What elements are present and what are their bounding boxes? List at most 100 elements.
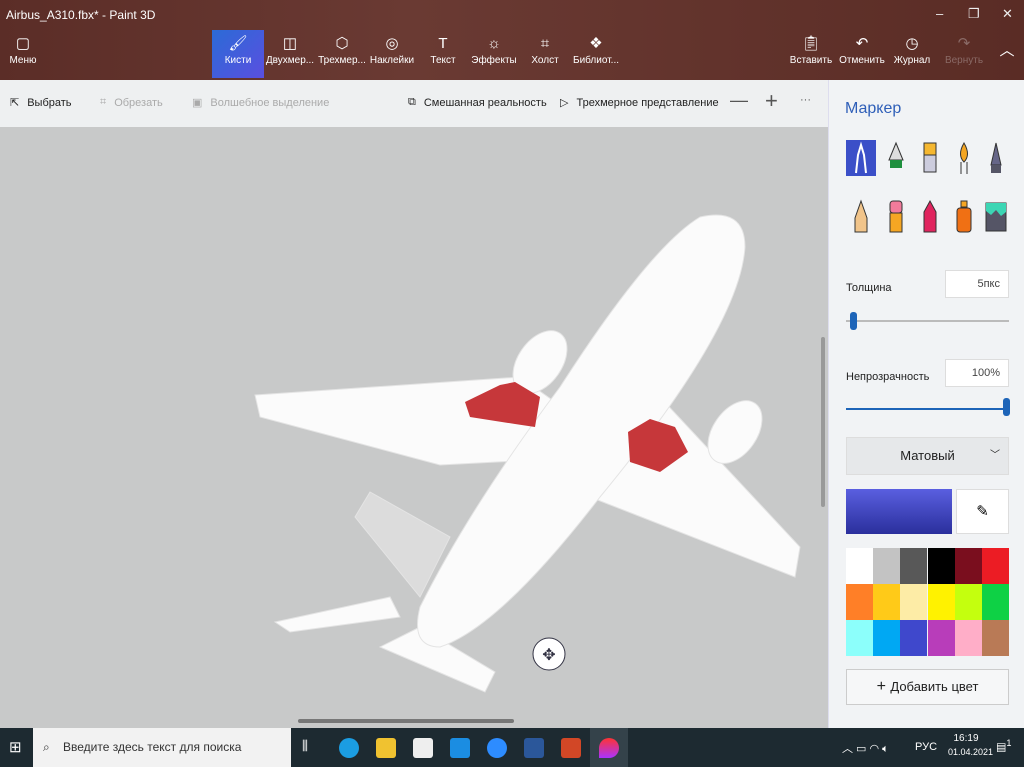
windows-start-icon[interactable]: ⊞: [9, 738, 22, 756]
palette-color-swatch[interactable]: [873, 620, 901, 656]
thickness-slider[interactable]: [846, 320, 1009, 322]
opacity-slider[interactable]: [846, 408, 1009, 410]
time: 16:19: [953, 733, 979, 744]
tab-canvas[interactable]: ⌗ Холст: [519, 30, 571, 78]
palette-color-swatch[interactable]: [873, 548, 901, 584]
2d-shapes-icon: ◫: [282, 35, 298, 52]
collapse-ribbon-button[interactable]: ︿: [990, 30, 1024, 78]
opacity-input[interactable]: 100%: [945, 359, 1009, 387]
tab-effects[interactable]: ☼ Эффекты: [468, 30, 520, 78]
tab-stickers[interactable]: ◎ Наклейки: [366, 30, 418, 78]
thickness-input[interactable]: 5пкс: [945, 270, 1009, 298]
minimize-button[interactable]: –: [936, 6, 943, 21]
palette-color-swatch[interactable]: [954, 620, 982, 656]
crop-label: Обрезать: [114, 96, 163, 109]
stickers-icon: ◎: [385, 35, 399, 52]
watercolor-brush[interactable]: [949, 140, 979, 176]
taskbar-search[interactable]: ⌕ Введите здесь текст для поиска: [33, 728, 291, 767]
tab-label: Эффекты: [471, 55, 517, 66]
mail-icon[interactable]: [450, 738, 470, 758]
palette-color-swatch[interactable]: [954, 584, 982, 620]
library-icon: ❖: [589, 35, 603, 52]
crop-button[interactable]: ⌗ Обрезать: [100, 96, 163, 109]
vertical-scrollbar[interactable]: [821, 337, 825, 507]
word-icon[interactable]: [524, 738, 544, 758]
menu-button[interactable]: ▢ Меню: [0, 30, 46, 78]
file-explorer-icon[interactable]: [376, 738, 396, 758]
palette-color-swatch[interactable]: [982, 584, 1009, 620]
spray-can-brush[interactable]: [949, 198, 979, 234]
palette-color-swatch[interactable]: [982, 548, 1009, 584]
paint3d-taskbar-button[interactable]: [590, 728, 628, 767]
tab-brushes[interactable]: 🖌︎ Кисти: [212, 30, 264, 78]
oil-brush[interactable]: [915, 140, 945, 176]
3d-view-button[interactable]: ▷ Трехмерное представление: [560, 96, 719, 110]
calligraphy-pen-brush[interactable]: [881, 140, 911, 176]
palette-color-swatch[interactable]: [873, 584, 901, 620]
palette-color-swatch[interactable]: [982, 620, 1009, 656]
redo-button[interactable]: ↷ Вернуть: [938, 30, 990, 78]
powerpoint-icon[interactable]: [561, 738, 581, 758]
fill-bucket-brush[interactable]: [981, 198, 1011, 234]
palette-color-swatch[interactable]: [927, 584, 955, 620]
chevron-up-icon: ︿: [999, 42, 1015, 59]
palette-color-swatch[interactable]: [900, 548, 928, 584]
restore-button[interactable]: ❐: [968, 6, 980, 22]
palette-color-swatch[interactable]: [846, 584, 873, 620]
language-indicator[interactable]: РУС: [915, 741, 937, 753]
eraser-brush[interactable]: [881, 198, 911, 234]
brush-panel: Маркер Толщина 5пкс Непрозрачность 100% …: [828, 80, 1024, 728]
current-color-swatch[interactable]: [846, 489, 952, 534]
more-button[interactable]: ···: [800, 94, 811, 106]
palette-color-swatch[interactable]: [900, 584, 928, 620]
finish-value: Матовый: [900, 448, 955, 463]
tab-label: Двухмер...: [265, 55, 315, 66]
eyedropper-button[interactable]: ✎: [956, 489, 1009, 534]
palette-color-swatch[interactable]: [846, 548, 873, 584]
edge-icon[interactable]: [339, 738, 359, 758]
zoom-app-icon[interactable]: [487, 738, 507, 758]
palette-color-swatch[interactable]: [954, 548, 982, 584]
undo-icon: ↶: [855, 35, 869, 52]
paste-button[interactable]: 📋︎ Вставить: [785, 30, 837, 78]
palette-color-swatch[interactable]: [927, 548, 955, 584]
pixel-pen-brush[interactable]: [981, 140, 1011, 176]
finish-dropdown[interactable]: Матовый ﹀: [846, 437, 1009, 475]
zoom-out-button[interactable]: —: [730, 90, 748, 111]
undo-button[interactable]: ↶ Отменить: [836, 30, 888, 78]
tab-3d-shapes[interactable]: ⬡ Трехмер...: [316, 30, 368, 78]
notifications-button[interactable]: ▤1: [996, 738, 1012, 754]
paste-label: Вставить: [789, 55, 833, 66]
horizontal-scrollbar[interactable]: [298, 719, 514, 723]
canvas[interactable]: ✥: [0, 127, 828, 728]
title-ribbon: Airbus_A310.fbx* - Paint 3D – ❐ ✕ ▢ Меню …: [0, 0, 1024, 80]
mixed-reality-button[interactable]: ⧉ Смешанная реальность: [408, 96, 547, 109]
tray-icons[interactable]: ︿ ▭ ◠ 🔈︎: [842, 740, 889, 756]
brush-icon: 🖌︎: [228, 35, 248, 52]
add-color-button[interactable]: + Добавить цвет: [846, 669, 1009, 705]
palette-color-swatch[interactable]: [900, 620, 928, 656]
zoom-in-button[interactable]: +: [765, 88, 778, 114]
history-button[interactable]: ◷ Журнал: [886, 30, 938, 78]
thickness-slider-thumb[interactable]: [850, 312, 857, 330]
marker-brush[interactable]: [846, 140, 876, 176]
tab-library[interactable]: ❖ Библиот...: [570, 30, 622, 78]
tab-2d-shapes[interactable]: ◫ Двухмер...: [264, 30, 316, 78]
opacity-slider-thumb[interactable]: [1003, 398, 1010, 416]
magic-select-button[interactable]: ▣ Волшебное выделение: [192, 96, 329, 110]
rotate-handle[interactable]: ✥: [532, 637, 566, 671]
airplane-model[interactable]: [254, 214, 801, 693]
task-view-icon[interactable]: ⫼: [302, 738, 322, 758]
select-button[interactable]: ⇱ Выбрать: [10, 96, 72, 110]
undo-label: Отменить: [839, 55, 885, 66]
plus-icon: +: [876, 678, 891, 695]
clock[interactable]: 16:19 01.04.2021: [948, 733, 993, 757]
store-icon[interactable]: [413, 738, 433, 758]
palette-color-swatch[interactable]: [846, 620, 873, 656]
palette-color-swatch[interactable]: [927, 620, 955, 656]
tab-text[interactable]: T Текст: [417, 30, 469, 78]
crayon-brush[interactable]: [915, 198, 945, 234]
effects-icon: ☼: [487, 35, 501, 52]
close-button[interactable]: ✕: [1002, 6, 1013, 22]
pencil-brush[interactable]: [846, 198, 876, 234]
